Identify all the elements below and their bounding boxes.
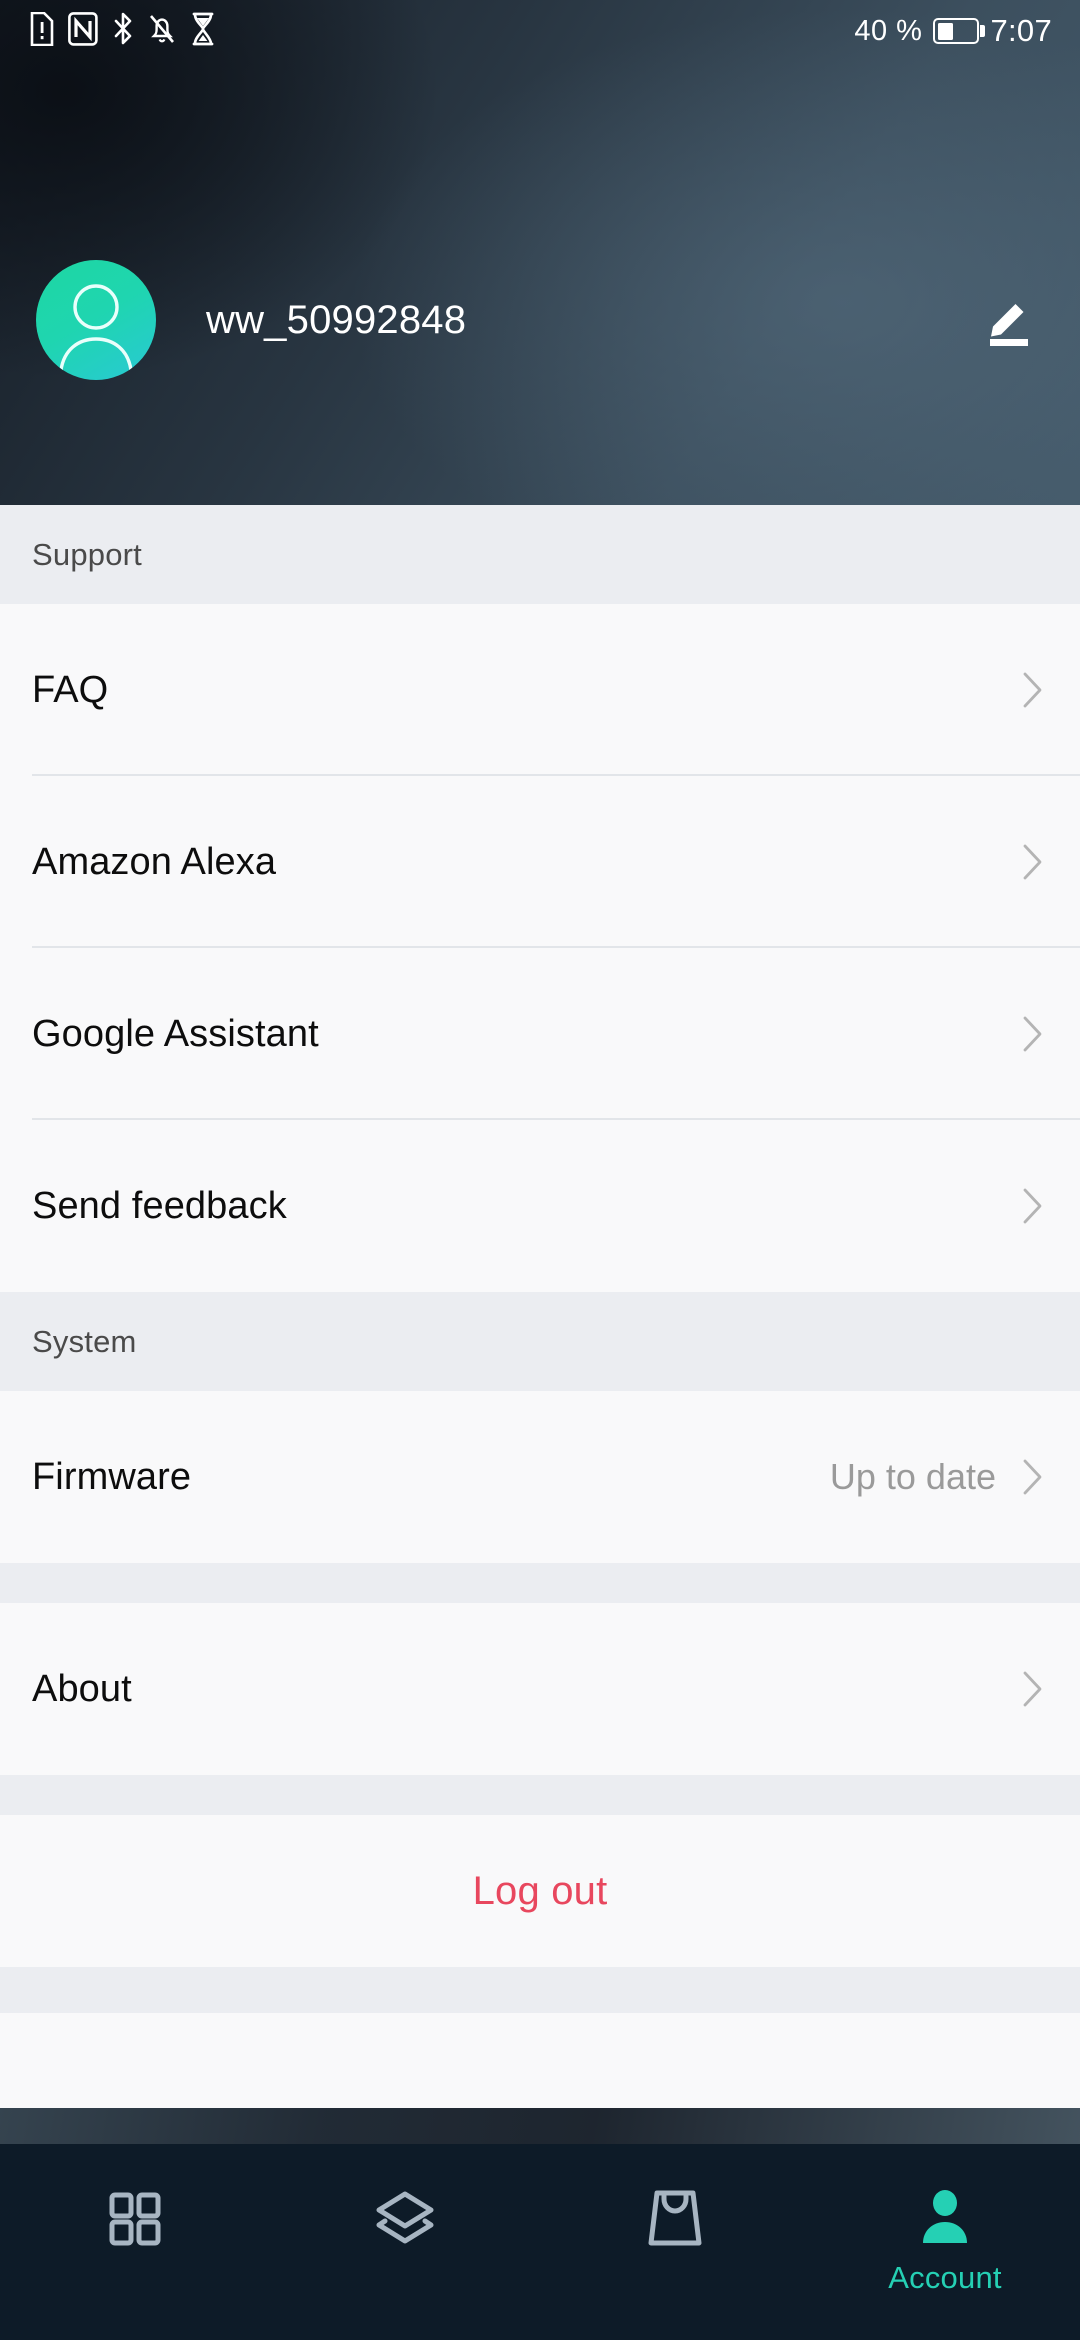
- edit-profile-button[interactable]: [974, 285, 1044, 355]
- logout-button[interactable]: Log out: [0, 1815, 1080, 1967]
- row-about[interactable]: About: [0, 1603, 1080, 1775]
- hourglass-icon: [190, 12, 216, 51]
- row-label: About: [32, 1667, 132, 1710]
- chevron-right-icon: [1023, 1459, 1042, 1495]
- profile-header: 40 % 7:07 ww_50992848: [0, 0, 1080, 505]
- username-label: ww_50992848: [206, 297, 467, 342]
- row-faq[interactable]: FAQ: [0, 604, 1080, 776]
- bottom-spacer: [0, 1967, 1080, 2013]
- section-title: System: [32, 1323, 137, 1359]
- nav-item-account[interactable]: Account: [810, 2144, 1080, 2340]
- layers-icon: [369, 2182, 441, 2254]
- nav-item-label: Account: [888, 2260, 1002, 2295]
- nav-item-shop[interactable]: [540, 2144, 810, 2340]
- chevron-right-icon: [1023, 672, 1042, 708]
- status-bar-left-icons: [28, 11, 216, 51]
- chevron-right-icon: [1023, 1671, 1042, 1707]
- account-icon: [909, 2182, 981, 2254]
- chevron-right-icon: [1023, 844, 1042, 880]
- shopping-bag-icon: [639, 2182, 711, 2254]
- row-google-assistant[interactable]: Google Assistant: [0, 948, 1080, 1120]
- grid-icon: [99, 2182, 171, 2254]
- chevron-right-icon: [1023, 1188, 1042, 1224]
- group-spacer: [0, 1563, 1080, 1603]
- row-label: Google Assistant: [32, 1012, 319, 1055]
- person-avatar-icon: [59, 284, 133, 371]
- battery-icon: [933, 18, 980, 44]
- section-header-support: Support: [0, 505, 1080, 604]
- battery-percent-label: 40 %: [854, 14, 923, 47]
- nav-top-fade: [0, 2108, 1080, 2144]
- chevron-right-icon: [1023, 1016, 1042, 1052]
- bottom-navigation: Account: [0, 2144, 1080, 2340]
- account-screen: 40 % 7:07 ww_50992848 Support FAQ Amazon…: [0, 0, 1080, 2340]
- clock-label: 7:07: [990, 13, 1052, 48]
- logout-label: Log out: [472, 1868, 608, 1913]
- sim-alert-icon: [28, 11, 54, 51]
- row-label: Amazon Alexa: [32, 840, 277, 883]
- row-firmware[interactable]: Firmware Up to date: [0, 1391, 1080, 1563]
- nav-item-devices[interactable]: [0, 2144, 270, 2340]
- notifications-off-icon: [148, 12, 176, 51]
- section-header-system: System: [0, 1292, 1080, 1391]
- row-right: Up to date: [830, 1456, 1044, 1498]
- row-amazon-alexa[interactable]: Amazon Alexa: [0, 776, 1080, 948]
- profile-block: ww_50992848: [0, 255, 1080, 385]
- row-right: [1022, 1015, 1044, 1053]
- row-label: Firmware: [32, 1455, 192, 1498]
- row-right: [1022, 1187, 1044, 1225]
- status-bar: 40 % 7:07: [0, 0, 1080, 62]
- settings-list: Support FAQ Amazon Alexa Google Assistan…: [0, 505, 1080, 2144]
- avatar[interactable]: [36, 260, 156, 380]
- row-right: [1022, 1670, 1044, 1708]
- section-title: Support: [32, 536, 142, 572]
- pencil-edit-icon: [990, 304, 1028, 346]
- status-bar-right: 40 % 7:07: [854, 13, 1052, 49]
- row-label: FAQ: [32, 668, 109, 711]
- row-right: [1022, 843, 1044, 881]
- row-right: [1022, 671, 1044, 709]
- nfc-icon: [68, 11, 98, 51]
- group-spacer: [0, 1775, 1080, 1815]
- firmware-status-value: Up to date: [829, 1456, 996, 1497]
- row-send-feedback[interactable]: Send feedback: [0, 1120, 1080, 1292]
- bluetooth-icon: [112, 12, 134, 51]
- nav-item-scenes[interactable]: [270, 2144, 540, 2340]
- row-label: Send feedback: [32, 1184, 287, 1227]
